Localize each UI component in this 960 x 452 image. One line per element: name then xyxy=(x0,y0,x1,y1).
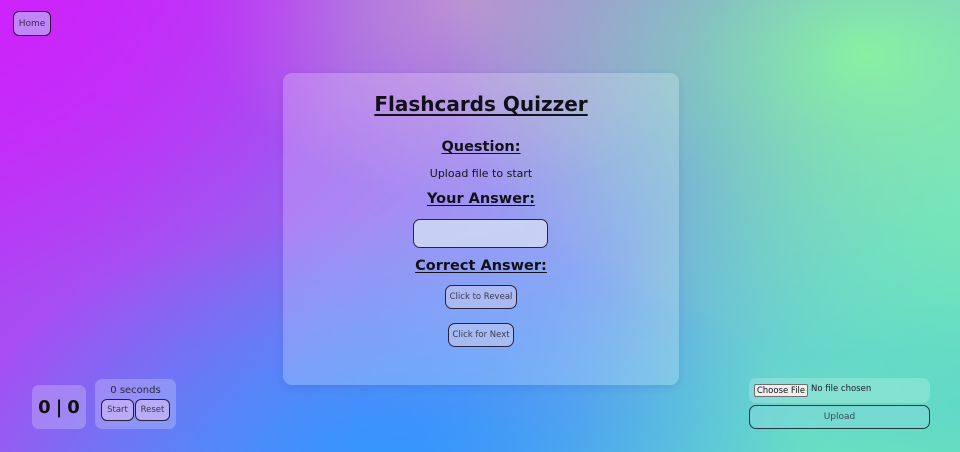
incorrect-count: 0 xyxy=(67,396,80,418)
home-button[interactable]: Home xyxy=(13,11,51,36)
file-status-text: No file chosen xyxy=(811,384,872,394)
page-title: Flashcards Quizzer xyxy=(374,92,588,116)
question-heading: Question: xyxy=(441,139,521,155)
timer-panel: 0 seconds Start Reset xyxy=(95,379,176,429)
correct-count: 0 xyxy=(38,396,51,418)
answer-input[interactable] xyxy=(413,219,548,248)
next-card-button[interactable]: Click for Next xyxy=(448,323,514,347)
upload-button[interactable]: Upload xyxy=(749,405,930,429)
score-display: 0 | 0 xyxy=(32,385,86,429)
upload-panel: Choose File No file chosen Upload xyxy=(749,378,930,429)
file-picker: Choose File No file chosen xyxy=(749,378,930,403)
reveal-answer-button[interactable]: Click to Reveal xyxy=(445,285,517,309)
your-answer-heading: Your Answer: xyxy=(426,191,535,207)
quiz-card: Flashcards Quizzer Question: Upload file… xyxy=(283,73,679,385)
score-separator: | xyxy=(55,396,63,418)
reset-timer-button[interactable]: Reset xyxy=(135,399,170,421)
timer-readout: 0 seconds xyxy=(110,385,161,396)
question-text: Upload file to start xyxy=(429,167,533,180)
choose-file-button[interactable]: Choose File xyxy=(754,384,808,397)
start-timer-button[interactable]: Start xyxy=(101,399,134,421)
correct-answer-heading: Correct Answer: xyxy=(415,258,547,274)
